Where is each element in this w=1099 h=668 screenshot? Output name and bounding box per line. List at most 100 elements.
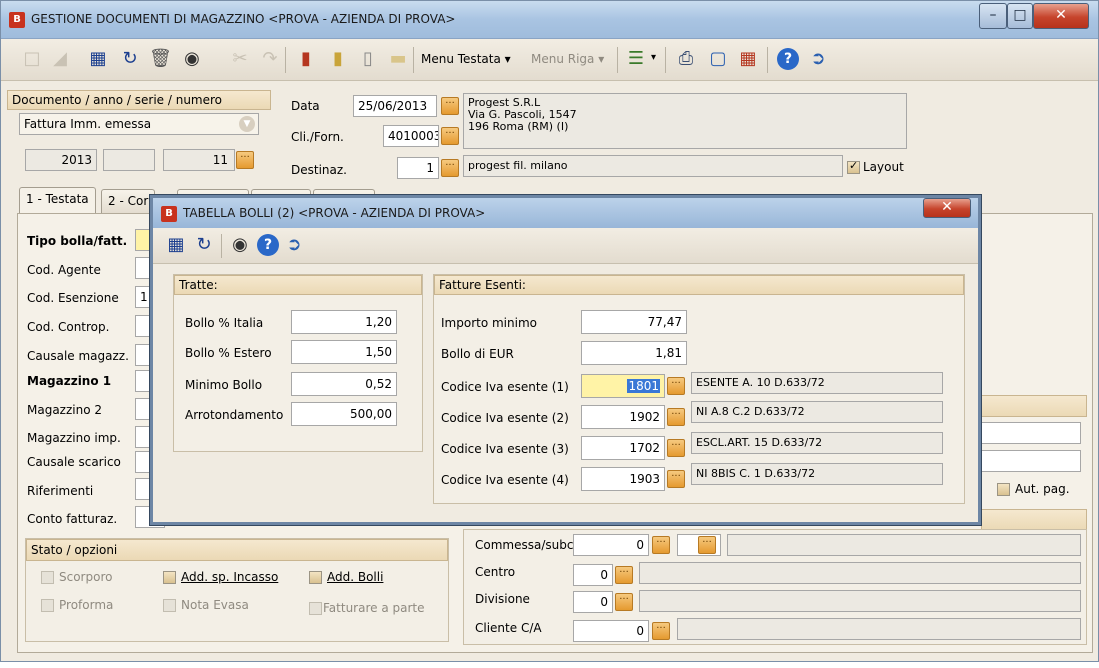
arrotondamento-field[interactable]: 500,00 [291, 402, 397, 426]
chevron-down-icon[interactable]: ▾ [651, 52, 656, 63]
codice-iva-1-field[interactable]: 1801 [581, 374, 665, 398]
nota-evasa-checkbox[interactable] [163, 599, 176, 612]
codice-iva-4-lookup-button[interactable]: ··· [667, 470, 685, 488]
bollo-estero-field[interactable]: 1,50 [291, 340, 397, 364]
cli-label: Cli./Forn. [291, 130, 344, 144]
help-icon[interactable]: ? [257, 234, 279, 256]
number-lookup-button[interactable]: ··· [236, 151, 254, 169]
centro-label: Centro [475, 565, 516, 579]
aut-pag-checkbox[interactable] [997, 483, 1010, 496]
arrotondamento-label: Arrotondamento [185, 408, 284, 422]
save-icon[interactable]: ▦ [87, 48, 109, 70]
toolbar-separator [221, 234, 222, 258]
dest-code-field[interactable]: 1 [397, 157, 439, 179]
date-picker-button[interactable]: ··· [441, 97, 459, 115]
help-icon[interactable]: ? [777, 48, 799, 70]
year-field[interactable]: 2013 [25, 149, 97, 171]
codice-iva-3-lookup-button[interactable]: ··· [667, 439, 685, 457]
note-icon[interactable]: ▬ [387, 48, 409, 70]
save-icon[interactable]: ▦ [165, 234, 187, 256]
delete-icon[interactable]: 🗑 [149, 48, 172, 70]
copy-document-icon[interactable]: ▮ [327, 48, 349, 70]
bollo-italia-field[interactable]: 1,20 [291, 310, 397, 334]
add-bolli-label: Add. Bolli [327, 570, 384, 584]
codice-iva-4-field[interactable]: 1903 [581, 467, 665, 491]
dialog-toolbar: ▦ ↻ ◉ ? ➲ [153, 228, 978, 264]
codice-iva-1-lookup-button[interactable]: ··· [667, 377, 685, 395]
divisione-lookup-button[interactable]: ··· [615, 593, 633, 611]
new-doc-icon[interactable]: □ [21, 48, 43, 70]
dialog-title-bar[interactable]: B TABELLA BOLLI (2) <PROVA - AZIENDA DI … [153, 198, 978, 228]
codice-iva-2-lookup-button[interactable]: ··· [667, 408, 685, 426]
dest-lookup-button[interactable]: ··· [441, 159, 459, 177]
title-bar[interactable]: B GESTIONE DOCUMENTI DI MAGAZZINO <PROVA… [1, 1, 1098, 39]
close-button[interactable]: ✕ [1033, 3, 1089, 29]
commessa-field[interactable]: 0 [573, 534, 649, 556]
tab-testata[interactable]: 1 - Testata [19, 187, 96, 214]
cut-icon[interactable]: ✂ [229, 48, 251, 70]
codice-iva-1-label: Codice Iva esente (1) [441, 380, 569, 394]
doc-type-select[interactable]: Fattura Imm. emessa ▼ [19, 113, 259, 135]
redo-icon[interactable]: ↷ [259, 48, 281, 70]
tab-corpo[interactable]: 2 - Cor [101, 189, 156, 213]
date-field[interactable]: 25/06/2013 [353, 95, 437, 117]
bollo-estero-label: Bollo % Estero [185, 346, 272, 360]
nota-evasa-label: Nota Evasa [181, 598, 249, 612]
commessa-lookup-button[interactable]: ··· [652, 536, 670, 554]
export-icon[interactable]: ▦ [737, 48, 759, 70]
exit-door-icon[interactable]: ➲ [283, 234, 305, 256]
subc-lookup-button[interactable]: ··· [698, 536, 716, 554]
cli-code-field[interactable]: 4010003 [383, 125, 439, 147]
cli-lookup-button[interactable]: ··· [441, 127, 459, 145]
cliente-ca-lookup-button[interactable]: ··· [652, 622, 670, 640]
cod-agente-label: Cod. Agente [27, 263, 101, 277]
search-binoculars-icon[interactable]: ◉ [229, 234, 251, 256]
open-icon[interactable]: ◢ [49, 48, 71, 70]
series-field[interactable] [103, 149, 155, 171]
layout-checkbox[interactable]: ✓ [847, 159, 860, 174]
proforma-label: Proforma [59, 598, 114, 612]
right-field-1[interactable] [981, 422, 1081, 444]
search-binoculars-icon[interactable]: ◉ [181, 48, 203, 70]
exit-door-icon[interactable]: ➲ [807, 48, 829, 70]
importo-minimo-label: Importo minimo [441, 316, 537, 330]
divisione-field[interactable]: 0 [573, 591, 613, 613]
centro-lookup-button[interactable]: ··· [615, 566, 633, 584]
centro-field[interactable]: 0 [573, 564, 613, 586]
app-logo-icon: B [161, 206, 177, 222]
dialog-close-button[interactable]: ✕ [923, 198, 971, 218]
number-field[interactable]: 11 [163, 149, 235, 171]
codice-iva-3-field[interactable]: 1702 [581, 436, 665, 460]
cod-controp-label: Cod. Controp. [27, 320, 110, 334]
right-panel-header-2 [981, 509, 1087, 531]
importo-minimo-field[interactable]: 77,47 [581, 310, 687, 334]
minimize-button[interactable]: – [979, 3, 1007, 29]
minimo-bollo-label: Minimo Bollo [185, 378, 263, 392]
stato-opzioni-group: Stato / opzioni [25, 538, 449, 642]
undo-icon[interactable]: ↻ [119, 48, 141, 70]
undo-icon[interactable]: ↻ [193, 234, 215, 256]
page-icon[interactable]: ▯ [357, 48, 379, 70]
fatturare-parte-checkbox[interactable] [309, 602, 322, 615]
codice-iva-2-field[interactable]: 1902 [581, 405, 665, 429]
add-bolli-checkbox[interactable] [309, 571, 322, 584]
codice-iva-4-label: Codice Iva esente (4) [441, 473, 569, 487]
print-icon[interactable]: ⎙ [675, 48, 697, 70]
monitor-icon[interactable]: ▢ [707, 48, 729, 70]
minimo-bollo-field[interactable]: 0,52 [291, 372, 397, 396]
menu-testata[interactable]: Menu Testata ▾ [421, 52, 511, 66]
codice-iva-1-value: 1801 [627, 379, 660, 393]
aut-pag-label: Aut. pag. [1015, 482, 1070, 496]
bollo-eur-field[interactable]: 1,81 [581, 341, 687, 365]
menu-riga[interactable]: Menu Riga ▾ [531, 52, 604, 66]
red-document-icon[interactable]: ▮ [295, 48, 317, 70]
riferimenti-label: Riferimenti [27, 484, 94, 498]
add-incasso-checkbox[interactable] [163, 571, 176, 584]
scorporo-checkbox[interactable] [41, 571, 54, 584]
proforma-checkbox[interactable] [41, 599, 54, 612]
list-view-icon[interactable]: ☰ [625, 48, 647, 70]
maximize-button[interactable]: □ [1007, 3, 1033, 29]
chevron-down-icon[interactable]: ▼ [239, 116, 255, 132]
cliente-ca-field[interactable]: 0 [573, 620, 649, 642]
right-field-2[interactable] [981, 450, 1081, 472]
